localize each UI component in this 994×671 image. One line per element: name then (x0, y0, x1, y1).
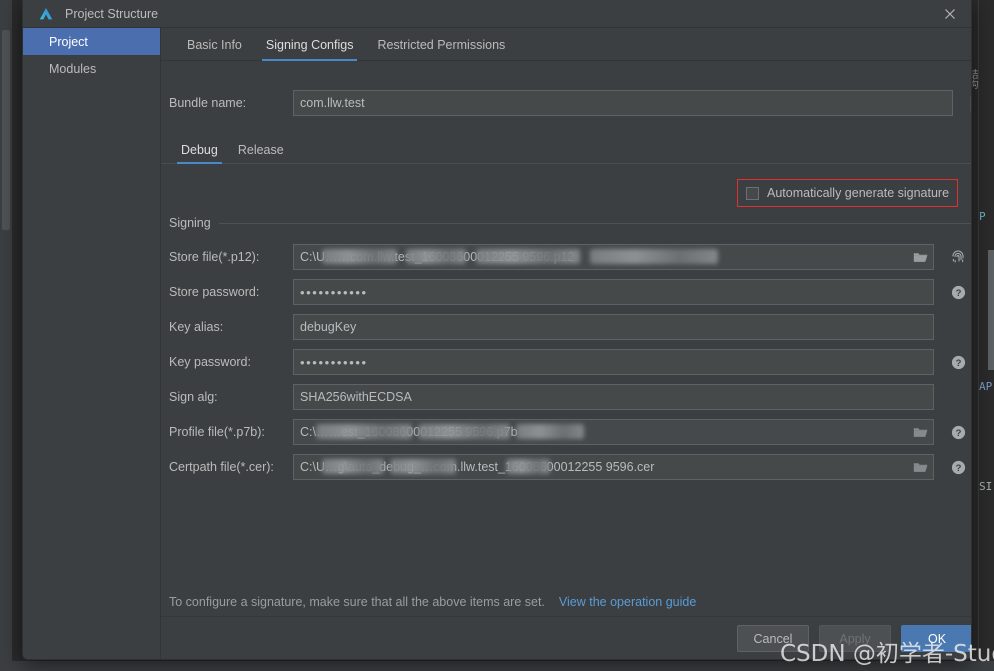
background-code-fragment: SI (979, 480, 993, 493)
cancel-button-label: Cancel (753, 631, 793, 646)
deveco-studio-logo (38, 6, 54, 22)
dialog-sidebar: Project Modules (23, 28, 161, 659)
background-code-fragment: P (979, 210, 986, 223)
close-icon[interactable] (929, 0, 971, 28)
project-structure-dialog: Project Structure Project Modules Basic … (22, 0, 972, 660)
sidebar-item-label: Modules (49, 61, 97, 76)
tab-label: Signing Configs (265, 38, 354, 52)
store-file-label: Store file(*.p12): (169, 250, 260, 264)
sidebar-item-modules[interactable]: Modules (23, 55, 160, 82)
folder-open-icon[interactable] (911, 424, 929, 440)
sign-alg-row: Sign alg: SHA256withECDSA (169, 384, 971, 410)
bundle-name-value: com.llw.test (300, 96, 365, 110)
profile-file-label: Profile file(*.p7b): (169, 425, 265, 439)
folder-open-icon[interactable] (911, 249, 929, 265)
store-password-label: Store password: (169, 285, 260, 299)
help-icon[interactable]: ? (950, 284, 966, 300)
store-file-input[interactable]: C:\U……com.llw.test_16008600012255 9596.p… (293, 244, 934, 270)
footer-note: To configure a signature, make sure that… (169, 595, 696, 609)
ok-button-label: OK (927, 631, 947, 646)
background-left-scrollbar[interactable] (0, 0, 12, 671)
automatically-generate-signature-label: Automatically generate signature (767, 186, 950, 200)
tab-basic-info[interactable]: Basic Info (175, 38, 254, 60)
signing-group-divider (218, 222, 971, 224)
fingerprint-icon[interactable] (950, 249, 966, 265)
help-icon[interactable]: ? (950, 424, 966, 440)
certpath-file-input[interactable]: C:\U…g\auto_debug_…com.llw.test_16008600… (293, 454, 934, 480)
help-icon[interactable]: ? (950, 354, 966, 370)
svg-text:?: ? (955, 288, 961, 299)
sign-alg-label: Sign alg: (169, 390, 218, 404)
subtab-release[interactable]: Release (228, 143, 294, 163)
checkbox-unchecked-icon[interactable] (746, 186, 759, 200)
sign-alg-input[interactable]: SHA256withECDSA (293, 384, 934, 410)
key-password-value: ••••••••••• (300, 354, 368, 370)
dialog-titlebar: Project Structure (23, 0, 971, 28)
signing-group: Signing Store file(*.p12): C:\U……com.llw… (169, 216, 971, 489)
profile-file-row: Profile file(*.p7b): C:\……est_1600860001… (169, 419, 971, 445)
key-alias-icon-placeholder (950, 319, 966, 335)
svg-text:?: ? (955, 463, 961, 474)
svg-text:?: ? (955, 428, 961, 439)
background-left-scrollbar-thumb[interactable] (2, 30, 10, 230)
tab-restricted-permissions[interactable]: Restricted Permissions (365, 38, 517, 60)
help-icon[interactable]: ? (950, 459, 966, 475)
operation-guide-link[interactable]: View the operation guide (559, 595, 696, 609)
store-password-input[interactable]: ••••••••••• (293, 279, 934, 305)
dialog-button-bar: Cancel Apply OK (161, 616, 971, 659)
store-file-value: C:\U……com.llw.test_16008600012255 9596.p… (300, 250, 575, 264)
bundle-name-row: Bundle name: com.llw.test (161, 90, 971, 116)
folder-open-icon[interactable] (911, 459, 929, 475)
signing-group-title: Signing (169, 216, 211, 230)
background-code-fragment: AP (979, 380, 993, 393)
background-right-scrollbar[interactable] (988, 250, 994, 370)
key-alias-row: Key alias: debugKey (169, 314, 971, 340)
dialog-content: Basic Info Signing Configs Restricted Pe… (161, 28, 971, 659)
key-password-row: Key password: ••••••••••• ? (169, 349, 971, 375)
subtab-debug[interactable]: Debug (171, 143, 228, 164)
key-alias-value: debugKey (300, 320, 357, 334)
footer-note-text: To configure a signature, make sure that… (169, 595, 545, 609)
sign-alg-value: SHA256withECDSA (300, 390, 412, 404)
background-status-bar (0, 661, 994, 671)
certpath-file-label: Certpath file(*.cer): (169, 460, 274, 474)
signing-configs-pane: Bundle name: com.llw.test Debug Release … (161, 61, 971, 659)
tab-label: Basic Info (187, 38, 242, 52)
apply-button: Apply (819, 625, 891, 652)
cancel-button[interactable]: Cancel (737, 625, 809, 652)
bundle-name-label: Bundle name: (169, 96, 247, 110)
key-password-input[interactable]: ••••••••••• (293, 349, 934, 375)
tab-label: Restricted Permissions (377, 38, 506, 52)
tabbar: Basic Info Signing Configs Restricted Pe… (161, 28, 971, 61)
subtab-label: Release (237, 143, 284, 157)
ok-button[interactable]: OK (901, 625, 971, 652)
subtab-label: Debug (181, 143, 218, 157)
key-alias-label: Key alias: (169, 320, 224, 334)
store-password-value: ••••••••••• (300, 284, 368, 300)
tab-signing-configs[interactable]: Signing Configs (254, 38, 366, 61)
svg-text:?: ? (955, 358, 961, 369)
edit-square-icon[interactable] (969, 94, 971, 112)
store-password-row: Store password: ••••••••••• ? (169, 279, 971, 305)
bundle-name-input[interactable]: com.llw.test (293, 90, 953, 116)
profile-file-input[interactable]: C:\……est_16008600012255 9596.p7b (293, 419, 934, 445)
sidebar-item-project[interactable]: Project (23, 28, 160, 55)
sign-alg-icon-placeholder (950, 389, 966, 405)
apply-button-label: Apply (839, 631, 871, 646)
key-alias-input[interactable]: debugKey (293, 314, 934, 340)
dialog-title: Project Structure (65, 6, 159, 21)
sidebar-item-label: Project (49, 34, 88, 49)
store-file-row: Store file(*.p12): C:\U……com.llw.test_16… (169, 244, 971, 270)
certpath-file-value: C:\U…g\auto_debug_…com.llw.test_16008600… (300, 460, 655, 474)
signing-group-header: Signing (169, 216, 971, 230)
profile-file-value: C:\……est_16008600012255 9596.p7b (300, 425, 518, 439)
key-password-label: Key password: (169, 355, 251, 369)
certpath-file-row: Certpath file(*.cer): C:\U…g\auto_debug_… (169, 454, 971, 480)
build-variant-subtabs: Debug Release (161, 138, 971, 164)
automatically-generate-signature-checkbox[interactable]: Automatically generate signature (737, 179, 959, 207)
dialog-body: Project Modules Basic Info Signing Confi… (23, 28, 971, 659)
